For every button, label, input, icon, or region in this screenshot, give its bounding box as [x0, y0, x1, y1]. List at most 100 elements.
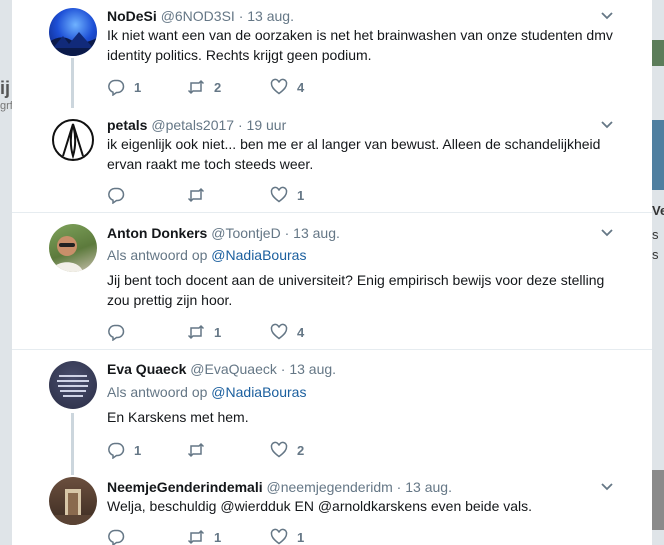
retweet-icon: [187, 324, 205, 340]
like-button[interactable]: 1: [270, 528, 304, 545]
retweet-button[interactable]: [187, 441, 214, 459]
tweet-divider: [12, 212, 652, 213]
avatar[interactable]: [49, 224, 97, 272]
like-button[interactable]: 4: [270, 78, 304, 96]
tweet-header: petals @petals2017 · 19 uur: [107, 117, 286, 133]
avatar-image: [52, 119, 94, 161]
background-right-page: Ve s s: [652, 0, 664, 545]
thread-line: [71, 58, 74, 108]
timestamp[interactable]: 13 aug.: [405, 479, 452, 495]
tweet-header: Anton Donkers @ToontjeD · 13 aug.: [107, 225, 340, 241]
user-handle[interactable]: @neemjegenderidm: [267, 479, 393, 495]
tweet-text: ik eigenlijk ook niet... ben me er al la…: [107, 136, 601, 172]
user-handle[interactable]: @ToontjeD: [211, 225, 280, 241]
retweet-icon: [187, 529, 205, 545]
timestamp[interactable]: 19 uur: [247, 117, 287, 133]
tweet-header: NoDeSi @6NOD3SI · 13 aug.: [107, 8, 294, 24]
reply-icon: [108, 529, 125, 545]
reply-to-label: Als antwoord op: [107, 247, 208, 263]
reply-button[interactable]: 1: [107, 441, 141, 459]
reply-button[interactable]: [107, 186, 134, 204]
heart-icon: [270, 323, 288, 340]
retweet-button[interactable]: 2: [187, 78, 221, 96]
tweet-divider: [12, 349, 652, 350]
timestamp[interactable]: 13 aug.: [247, 8, 294, 24]
reply-icon: [108, 187, 125, 204]
like-count: 4: [297, 79, 305, 95]
chevron-down-icon[interactable]: [600, 226, 614, 240]
retweet-button[interactable]: 1: [187, 323, 221, 341]
background-subtext-fragment: grf: [0, 100, 13, 112]
like-count: 4: [297, 324, 305, 340]
avatar-image: [51, 236, 83, 272]
like-button[interactable]: 2: [270, 441, 304, 459]
like-count: 1: [297, 529, 305, 545]
timestamp[interactable]: 13 aug.: [293, 225, 340, 241]
tweet-header: Eva Quaeck @EvaQuaeck · 13 aug.: [107, 361, 336, 377]
reply-to-mention[interactable]: @NadiaBouras: [211, 384, 306, 400]
heart-icon: [270, 78, 288, 95]
chevron-down-icon[interactable]: [600, 9, 614, 23]
tweet-text: Welja, beschuldig @wierdduk EN @arnoldka…: [107, 498, 533, 514]
display-name[interactable]: petals: [107, 117, 147, 133]
background-image: [652, 120, 664, 190]
reply-icon: [108, 324, 125, 341]
retweet-button[interactable]: 1: [187, 528, 221, 545]
tweet-text: Ik niet want een van de oorzaken is net …: [107, 27, 613, 63]
retweet-icon: [187, 187, 205, 203]
reply-to-mention[interactable]: @NadiaBouras: [211, 247, 306, 263]
retweet-icon: [187, 442, 205, 458]
user-handle[interactable]: @6NOD3SI: [161, 8, 235, 24]
retweet-count: 2: [214, 79, 222, 95]
like-button[interactable]: 1: [270, 186, 304, 204]
display-name[interactable]: NoDeSi: [107, 8, 157, 24]
avatar[interactable]: [49, 116, 97, 164]
chevron-down-icon[interactable]: [600, 480, 614, 494]
reply-icon: [108, 442, 125, 459]
separator: ·: [280, 225, 294, 241]
background-heading-fragment: ij: [0, 78, 11, 98]
user-handle[interactable]: @EvaQuaeck: [190, 361, 277, 377]
tweet-actions: 1: [107, 186, 407, 204]
like-count: 1: [297, 187, 305, 203]
tweet-text: Jij bent toch docent aan de universiteit…: [107, 272, 605, 308]
tweet-actions: 1 4: [107, 323, 407, 341]
background-image: [652, 470, 664, 530]
reply-icon: [108, 79, 125, 96]
separator: ·: [276, 361, 290, 377]
avatar-image: [49, 489, 97, 525]
tweet-header: NeemjeGenderindemali @neemjegenderidm · …: [107, 479, 452, 495]
retweet-button[interactable]: [187, 186, 214, 204]
display-name[interactable]: Eva Quaeck: [107, 361, 186, 377]
reply-button[interactable]: [107, 323, 134, 341]
avatar[interactable]: [49, 8, 97, 56]
reply-count: 1: [134, 79, 142, 95]
thread-line: [71, 413, 74, 475]
avatar[interactable]: [49, 477, 97, 525]
like-button[interactable]: 4: [270, 323, 304, 341]
separator: ·: [234, 8, 248, 24]
background-text-fragment: Ve: [652, 203, 664, 218]
tweet-actions: 1 1: [107, 528, 407, 545]
chevron-down-icon[interactable]: [600, 118, 614, 132]
avatar[interactable]: [49, 361, 97, 409]
background-left-page: ij grf: [0, 0, 13, 545]
display-name[interactable]: NeemjeGenderindemali: [107, 479, 263, 495]
reply-button[interactable]: [107, 528, 134, 545]
heart-icon: [270, 528, 288, 545]
conversation-panel: NoDeSi @6NOD3SI · 13 aug. Ik niet want e…: [12, 0, 652, 545]
reply-button[interactable]: 1: [107, 78, 141, 96]
retweet-icon: [187, 79, 205, 95]
background-image: [652, 40, 664, 66]
reply-to-label: Als antwoord op: [107, 384, 208, 400]
avatar-image: [57, 375, 89, 397]
user-handle[interactable]: @petals2017: [151, 117, 234, 133]
background-text-fragment: s: [652, 227, 659, 242]
tweet-actions: 1 2: [107, 441, 407, 459]
heart-icon: [270, 186, 288, 203]
display-name[interactable]: Anton Donkers: [107, 225, 207, 241]
separator: ·: [234, 117, 247, 133]
timestamp[interactable]: 13 aug.: [289, 361, 336, 377]
retweet-count: 1: [214, 529, 222, 545]
heart-icon: [270, 441, 288, 458]
